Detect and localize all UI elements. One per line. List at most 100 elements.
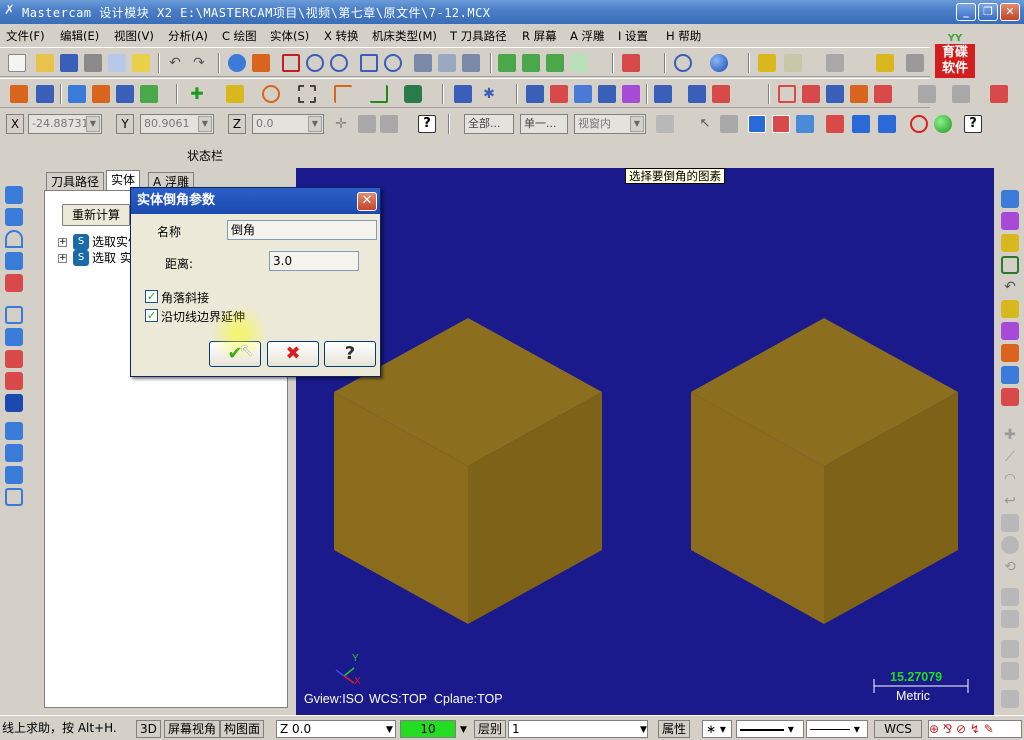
save-icon[interactable] (1001, 322, 1019, 340)
translate-icon[interactable] (92, 85, 110, 103)
loop-select-icon[interactable] (878, 115, 896, 133)
verify-icon[interactable] (720, 115, 738, 133)
corner-miter-label[interactable]: 角落斜接 (161, 289, 209, 306)
level-field[interactable]: 1 (508, 720, 648, 738)
new-file-icon[interactable] (8, 54, 26, 72)
xform-icon[interactable]: ✱ (480, 85, 498, 103)
cplane-icon[interactable] (622, 54, 640, 72)
color-field[interactable]: 10 (400, 720, 456, 738)
solid-layout-icon[interactable] (5, 444, 23, 462)
help-button[interactable]: ? (324, 341, 376, 367)
chain-icon[interactable] (850, 85, 868, 103)
note-icon[interactable] (874, 85, 892, 103)
point-style-field[interactable]: ∗ ▾ (702, 720, 732, 738)
open-file-icon[interactable] (36, 54, 54, 72)
circle-icon[interactable] (262, 85, 280, 103)
distance-field[interactable]: 3.0 (269, 251, 359, 271)
front-view-icon[interactable] (546, 54, 564, 72)
menu-file[interactable]: 文件(F) (6, 28, 45, 44)
offset-icon[interactable] (1001, 610, 1019, 628)
menu-help[interactable]: H 帮助 (666, 28, 701, 44)
point-icon[interactable]: ✚ (188, 85, 206, 103)
trim-icon[interactable] (826, 54, 844, 72)
dialog-close-button[interactable]: ✕ (357, 192, 377, 211)
construction-plane-button[interactable]: 构图面 (220, 720, 265, 738)
face-select-icon[interactable] (772, 115, 790, 133)
solid-find-features-icon[interactable] (5, 466, 23, 484)
solid-extrude-icon[interactable] (5, 186, 23, 204)
menu-edit[interactable]: 编辑(E) (60, 28, 99, 44)
z-depth-field[interactable]: Z 0.0 (276, 720, 396, 738)
fast-point-icon[interactable] (358, 115, 376, 133)
solid-remove-face-icon[interactable] (5, 394, 23, 412)
regen-icon[interactable] (252, 54, 270, 72)
expand-icon[interactable]: + (58, 254, 67, 263)
pencil-icon[interactable] (1001, 300, 1019, 318)
menu-toolpaths[interactable]: T 刀具路径 (450, 28, 507, 44)
cylinder-icon[interactable] (404, 85, 422, 103)
chevron-down-icon[interactable]: ▼ (630, 116, 644, 132)
move-icon[interactable] (228, 54, 246, 72)
info-icon[interactable] (1001, 366, 1019, 384)
solid-only-icon[interactable] (826, 115, 844, 133)
y-coordinate-field[interactable]: 80.9061 ▼ (140, 114, 214, 134)
level-button[interactable]: 层别 (474, 720, 507, 738)
tangent-propagate-label[interactable]: 沿切线边界延伸 (161, 308, 245, 325)
rotate-icon[interactable]: ⟲ (1001, 558, 1019, 576)
solid-fillet-icon[interactable] (5, 274, 23, 292)
zoom-window-icon[interactable] (282, 54, 300, 72)
undo-icon[interactable]: ↶ (166, 54, 184, 72)
z-coordinate-field[interactable]: 0.0 ▼ (252, 114, 324, 134)
edit-tools-icon[interactable] (784, 54, 802, 72)
grid-icon[interactable] (36, 85, 54, 103)
solid-thicken-icon[interactable] (5, 372, 23, 390)
zoom-fit-icon[interactable] (306, 54, 324, 72)
solid-sweep-icon[interactable] (5, 230, 23, 248)
menu-view[interactable]: 视图(V) (114, 28, 154, 44)
expand-icon[interactable]: + (58, 238, 67, 247)
wcs-icon[interactable] (918, 85, 936, 103)
fillet-icon[interactable] (334, 85, 352, 103)
screen-view-button[interactable]: 屏幕视角 (164, 720, 221, 738)
solid-shell-icon[interactable] (5, 306, 23, 324)
solid-cube-right[interactable] (691, 318, 958, 624)
tangent-propagate-checkbox[interactable]: ✓ (145, 309, 158, 322)
view-cube-icon[interactable] (1001, 388, 1019, 406)
chevron-down-icon[interactable]: ▼ (386, 722, 393, 740)
copy-icon[interactable] (574, 85, 592, 103)
grid-icon[interactable] (1001, 344, 1019, 362)
globe-icon[interactable] (674, 54, 692, 72)
unzoom-icon[interactable] (384, 54, 402, 72)
menu-settings[interactable]: I 设置 (618, 28, 648, 44)
scale-icon[interactable] (1001, 662, 1019, 680)
x-coordinate-field[interactable]: -24.88731 ▼ (28, 114, 102, 134)
iso-view-icon[interactable] (498, 54, 516, 72)
line-icon[interactable] (226, 85, 244, 103)
sphere-icon[interactable] (710, 54, 728, 72)
cube-wire-icon[interactable] (1001, 256, 1019, 274)
stretch-icon[interactable] (1001, 690, 1019, 708)
graphics-viewport[interactable]: Y X Gview:ISO WCS:TOP Cplane:TOP 15.2707… (296, 168, 994, 715)
regenerate-button[interactable]: 重新计算 (62, 204, 130, 226)
pin-icon[interactable] (876, 54, 894, 72)
tab-toolpaths[interactable]: 刀具路径 (46, 172, 105, 191)
fillet-icon[interactable]: ↩ (1001, 492, 1019, 510)
right-view-icon[interactable] (570, 54, 588, 72)
highlight-icon[interactable] (132, 54, 150, 72)
dimension-icon[interactable] (454, 85, 472, 103)
autocursor-icon[interactable]: ✛ (332, 115, 350, 133)
solid-draft-icon[interactable] (5, 422, 23, 440)
solid-manager-icon[interactable] (5, 488, 23, 506)
solid-boolean-icon[interactable] (5, 350, 23, 368)
wcs-button[interactable]: WCS (874, 720, 922, 738)
array-icon[interactable] (688, 85, 706, 103)
mirror-icon[interactable] (1001, 588, 1019, 606)
body-select-icon[interactable] (796, 115, 814, 133)
translate-icon[interactable] (1001, 640, 1019, 658)
open-recent-icon[interactable] (1001, 234, 1019, 252)
minimize-button[interactable]: _ (956, 3, 976, 21)
save-some-icon[interactable] (1001, 212, 1019, 230)
level-icon[interactable] (140, 85, 158, 103)
arc-icon[interactable]: ◠ (1001, 470, 1019, 488)
offset-icon[interactable] (622, 85, 640, 103)
